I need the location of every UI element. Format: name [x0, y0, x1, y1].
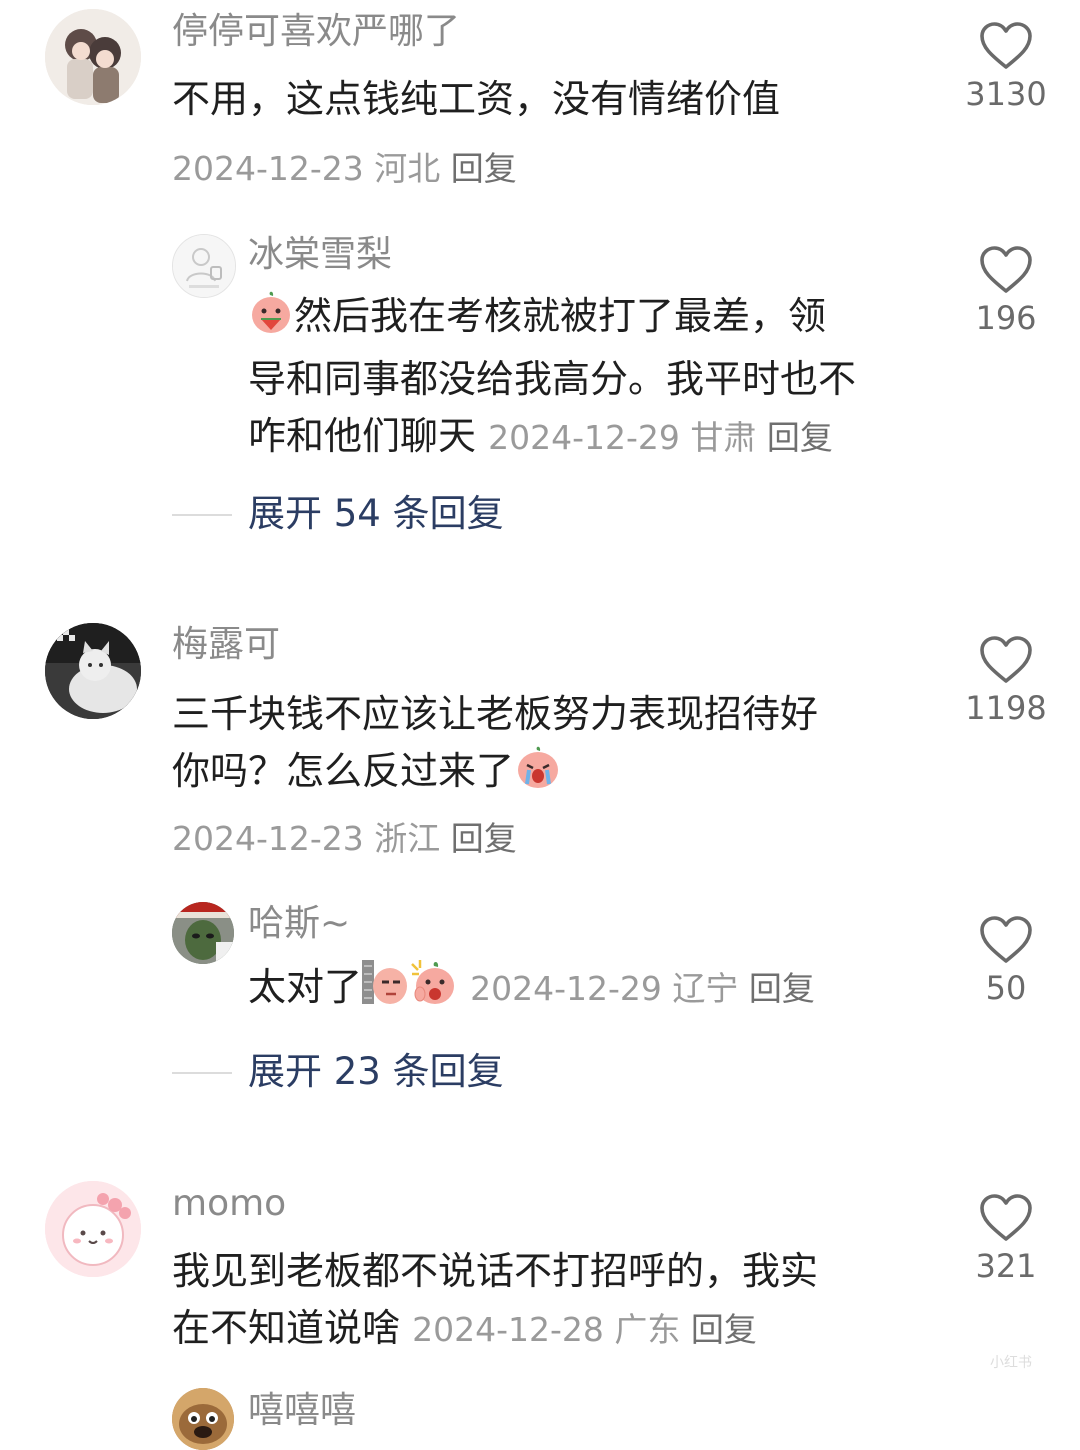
- comment-text: 三千块钱不应该让老板努力表现招待好 你吗？怎么反过来了: [172, 686, 818, 806]
- reply-text-line-2: 导和同事都没给我高分。我平时也不: [248, 357, 857, 401]
- heart-icon: [980, 246, 1032, 293]
- heart-icon: [980, 22, 1032, 69]
- expand-replies-button[interactable]: 展开 54 条回复: [248, 490, 504, 538]
- like-count: 50: [985, 969, 1027, 1007]
- comment-meta: 2024-12-28 广东 回复: [412, 1310, 757, 1349]
- like-count: 1198: [965, 689, 1047, 727]
- comment-username[interactable]: momo: [172, 1182, 286, 1226]
- avatar[interactable]: [45, 9, 141, 105]
- cat-avatar-icon: [45, 623, 141, 719]
- comment-date: 2024-12-28: [412, 1310, 604, 1349]
- masked-face-avatar-icon: [172, 902, 234, 964]
- heart-icon: [980, 916, 1032, 963]
- reply-button[interactable]: 回复: [451, 819, 517, 858]
- divider: [172, 1072, 232, 1074]
- comment-username[interactable]: 停停可喜欢严哪了: [172, 10, 460, 54]
- avatar[interactable]: [45, 623, 141, 719]
- reply-text-line-1: 然后我在考核就被打了最差，领: [294, 294, 827, 338]
- reply-text-line-3: 咋和他们聊天: [248, 414, 477, 458]
- reply-button[interactable]: 回复: [451, 149, 517, 188]
- like-button[interactable]: 50: [946, 916, 1066, 1008]
- watermark: 小红书: [990, 1355, 1032, 1371]
- reply-date: 2024-12-29: [470, 969, 662, 1008]
- default-avatar-icon: [173, 235, 235, 297]
- avatar[interactable]: [45, 1181, 141, 1277]
- comment-location: 浙江: [374, 819, 441, 858]
- comment-username[interactable]: 梅露可: [172, 623, 280, 667]
- reply-meta: 2024-12-29 甘肃 回复: [488, 418, 833, 457]
- heart-icon: [980, 636, 1032, 683]
- reply-button[interactable]: 回复: [691, 1310, 757, 1349]
- comment-text: 不用，这点钱纯工资，没有情绪价值: [172, 77, 781, 121]
- comment-text-line-2: 你吗？怎么反过来了: [172, 749, 515, 793]
- comment-meta: 2024-12-23 浙江 回复: [172, 812, 517, 860]
- expand-replies-button[interactable]: 展开 23 条回复: [248, 1048, 504, 1096]
- comment-text: 我见到老板都不说话不打招呼的，我实 在不知道说啥 2024-12-28 广东 回…: [172, 1243, 818, 1358]
- comment-text-line-1: 三千块钱不应该让老板努力表现招待好: [172, 692, 819, 736]
- comment-text-line-2: 在不知道说啥: [172, 1306, 401, 1350]
- like-count: 196: [975, 299, 1037, 337]
- watermelon-emoji-icon: [248, 289, 294, 351]
- reply-text: 太对了 2024-12-29 辽宁 回复: [248, 958, 815, 1022]
- comment-location: 广东: [614, 1310, 681, 1349]
- comment-date: 2024-12-23: [172, 819, 364, 858]
- avatar[interactable]: [172, 1388, 234, 1450]
- like-button[interactable]: 1198: [946, 636, 1066, 728]
- shocked-emoji-icon: [410, 958, 458, 1022]
- reply-text-content: 太对了: [248, 965, 363, 1009]
- avatar[interactable]: [172, 234, 236, 298]
- reply-button[interactable]: 回复: [767, 418, 833, 457]
- like-count: 321: [975, 1247, 1037, 1285]
- reply-meta: 2024-12-29 辽宁 回复: [470, 969, 815, 1008]
- like-button[interactable]: 196: [946, 246, 1066, 338]
- reply-username[interactable]: 冰棠雪梨: [248, 233, 392, 277]
- comment-username[interactable]: 嘻嘻嘻: [248, 1389, 356, 1433]
- reply-username[interactable]: 哈斯~: [248, 902, 350, 946]
- reply-text: 然后我在考核就被打了最差，领 导和同事都没给我高分。我平时也不 咋和他们聊天 2…: [248, 288, 938, 466]
- comment-meta: 2024-12-23 河北 回复: [172, 142, 517, 190]
- heart-icon: [980, 1194, 1032, 1241]
- bear-avatar-icon: [172, 1388, 234, 1450]
- like-count: 3130: [965, 75, 1047, 113]
- crying-emoji-icon: [514, 744, 562, 806]
- like-button[interactable]: 321: [946, 1194, 1066, 1286]
- comment-location: 河北: [374, 149, 441, 188]
- reply-location: 甘肃: [690, 418, 757, 457]
- reply-location: 辽宁: [672, 969, 739, 1008]
- avatar[interactable]: [172, 902, 234, 964]
- comment-text-line-1: 我见到老板都不说话不打招呼的，我实: [172, 1249, 819, 1293]
- like-button[interactable]: 3130: [946, 22, 1066, 114]
- cartoon-avatar-icon: [45, 1181, 141, 1277]
- comment-date: 2024-12-23: [172, 149, 364, 188]
- peeking-emoji-icon: [362, 958, 410, 1022]
- reply-button[interactable]: 回复: [749, 969, 815, 1008]
- avatar-image-icon: [45, 9, 141, 105]
- reply-date: 2024-12-29: [488, 418, 680, 457]
- divider: [172, 514, 232, 516]
